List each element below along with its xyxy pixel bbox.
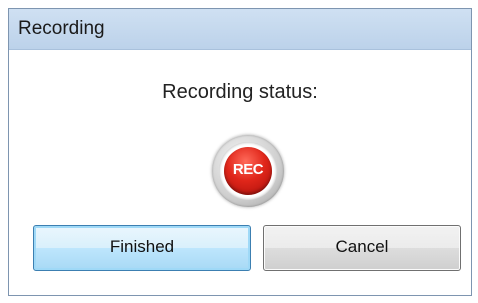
rec-label: REC — [232, 161, 264, 178]
record-indicator: REC — [224, 147, 272, 195]
record-icon-ring: REC — [219, 142, 277, 200]
record-icon: REC — [212, 135, 284, 207]
title-bar[interactable]: Recording — [9, 9, 471, 50]
cancel-button[interactable]: Cancel — [263, 225, 461, 271]
recording-status-label: Recording status: — [162, 81, 318, 103]
window-title: Recording — [18, 18, 105, 39]
recording-dialog: Recording Recording status: REC Finished… — [8, 8, 472, 296]
finished-button[interactable]: Finished — [33, 225, 251, 271]
